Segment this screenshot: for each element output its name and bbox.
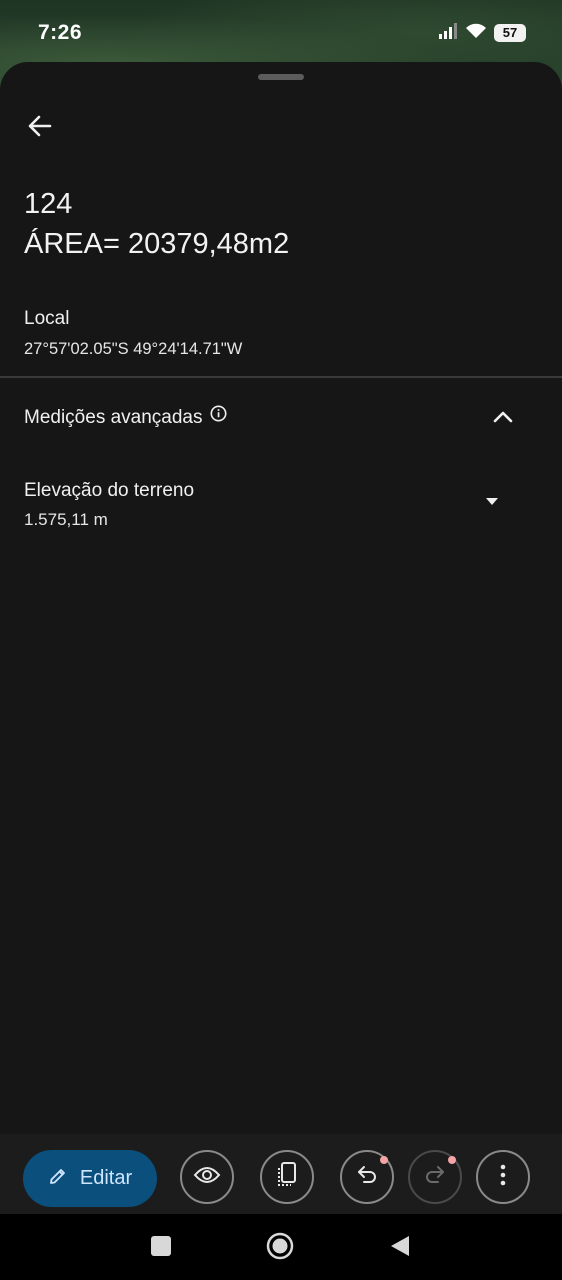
- home-circle-icon: [266, 1232, 294, 1265]
- bottom-toolbar: Editar: [0, 1134, 562, 1214]
- back-nav-button[interactable]: [386, 1234, 414, 1262]
- local-coordinates: 27°57'02.05"S 49°24'14.71"W: [24, 340, 243, 358]
- edit-label: Editar: [79, 1167, 133, 1189]
- title-line-1: 124: [24, 188, 73, 220]
- chevron-up-icon: [492, 406, 514, 433]
- system-navigation-bar: [0, 1214, 562, 1280]
- battery-icon: 57: [494, 24, 526, 42]
- redo-icon: [423, 1163, 447, 1192]
- view-icon: [193, 1165, 221, 1190]
- status-icons: 57: [438, 22, 526, 44]
- layers-button[interactable]: [260, 1150, 314, 1204]
- pencil-icon: [48, 1166, 68, 1192]
- local-label: Local: [24, 308, 70, 329]
- home-nav-button[interactable]: [266, 1232, 294, 1265]
- undo-button[interactable]: [340, 1150, 394, 1204]
- redo-button[interactable]: [408, 1150, 462, 1204]
- caret-down-icon: [485, 493, 499, 511]
- edit-button[interactable]: Editar: [23, 1150, 157, 1207]
- elevation-dropdown[interactable]: [480, 490, 504, 514]
- section-divider: [0, 376, 562, 378]
- signal-icon: [438, 22, 458, 44]
- view-button[interactable]: [180, 1150, 234, 1204]
- info-icon[interactable]: [210, 405, 227, 422]
- layers-icon: [275, 1161, 299, 1194]
- advanced-measurements-toggle[interactable]: Medições avançadas: [0, 392, 562, 444]
- recents-nav-button[interactable]: [147, 1234, 175, 1262]
- feature-title: 124 ÁREA= 20379,48m2: [24, 184, 289, 264]
- status-bar: 7:26 57: [0, 0, 562, 66]
- status-time: 7:26: [38, 21, 83, 44]
- undo-icon: [355, 1163, 379, 1192]
- arrow-left-icon: [26, 112, 54, 145]
- title-line-2: ÁREA= 20379,48m2: [24, 228, 290, 260]
- redo-badge-dot: [448, 1156, 456, 1164]
- drag-handle[interactable]: [258, 74, 304, 80]
- bottom-sheet: 124 ÁREA= 20379,48m2 Local 27°57'02.05"S…: [0, 62, 562, 1280]
- triangle-back-icon: [389, 1234, 411, 1263]
- more-icon: [500, 1163, 506, 1192]
- more-options-button[interactable]: [476, 1150, 530, 1204]
- advanced-measurements-label: Medições avançadas: [24, 407, 203, 428]
- elevation-label: Elevação do terreno: [24, 480, 195, 501]
- back-button[interactable]: [18, 106, 62, 150]
- elevation-value: 1.575,11 m: [24, 510, 108, 529]
- wifi-icon: [465, 23, 487, 44]
- square-icon: [150, 1235, 172, 1262]
- undo-badge-dot: [380, 1156, 388, 1164]
